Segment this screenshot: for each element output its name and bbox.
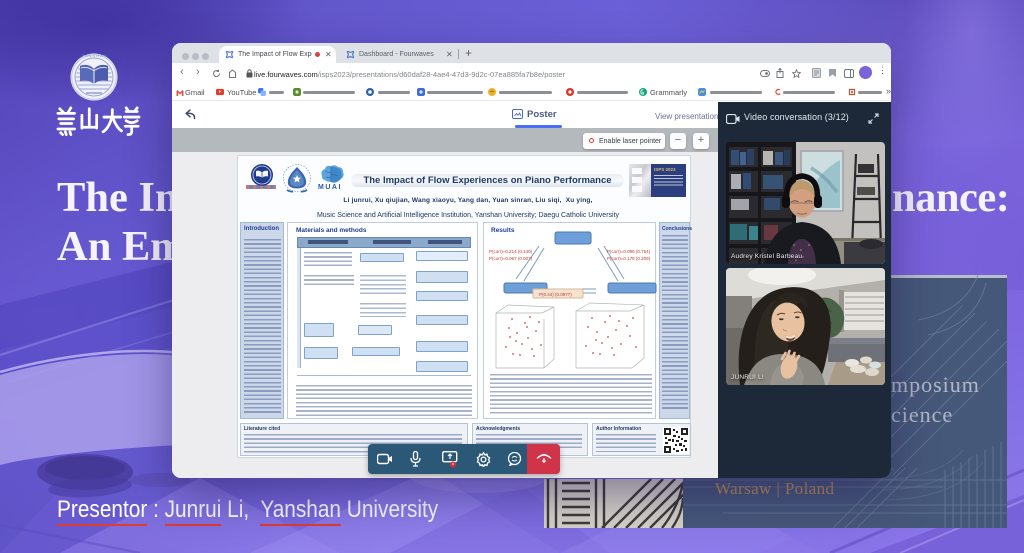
- svg-text:P(corr)=0.214 (0.140): P(corr)=0.214 (0.140): [489, 249, 533, 254]
- svg-text:P(corr)=0.096 (0.754): P(corr)=0.096 (0.754): [607, 249, 651, 254]
- svg-text:P(0.44) (0.0977): P(0.44) (0.0977): [539, 292, 572, 297]
- svg-text:Y A N S H A N: Y A N S H A N: [81, 53, 106, 58]
- svg-text:P(corr)=0.178 (0.209): P(corr)=0.178 (0.209): [607, 256, 651, 261]
- svg-text:P(corr)=0.067 (0.007): P(corr)=0.067 (0.007): [489, 256, 533, 261]
